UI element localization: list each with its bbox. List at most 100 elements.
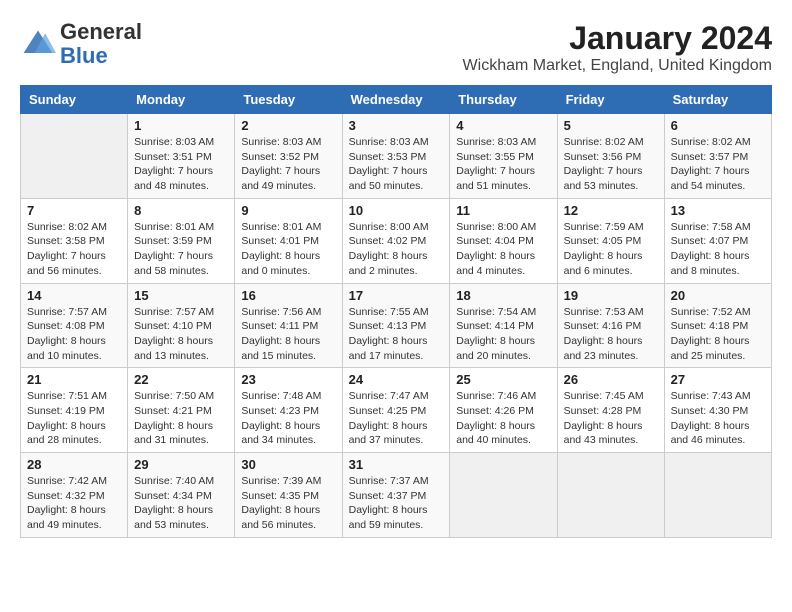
day-number: 2: [241, 118, 335, 133]
page-header: General Blue January 2024 Wickham Market…: [20, 20, 772, 75]
day-info: Sunrise: 8:00 AMSunset: 4:02 PMDaylight:…: [349, 220, 444, 279]
calendar-cell: 13 Sunrise: 7:58 AMSunset: 4:07 PMDayligh…: [664, 198, 771, 283]
calendar-title: January 2024: [463, 20, 772, 57]
column-header-monday: Monday: [128, 86, 235, 114]
calendar-cell: 28Sunrise: 7:42 AMSunset: 4:32 PMDayligh…: [21, 453, 128, 538]
logo-icon: [20, 26, 56, 62]
day-info: Sunrise: 7:57 AMSunset: 4:08 PMDaylight:…: [27, 305, 121, 364]
day-number: 4: [456, 118, 550, 133]
day-number: 6: [671, 118, 765, 133]
day-number: 16: [241, 288, 335, 303]
day-info: Sunrise: 7:51 AMSunset: 4:19 PMDaylight:…: [27, 389, 121, 448]
day-number: 31: [349, 457, 444, 472]
logo-blue: Blue: [60, 43, 108, 68]
calendar-cell: 7 Sunrise: 8:02 AMSunset: 3:58 PMDaylight…: [21, 198, 128, 283]
calendar-cell: 14 Sunrise: 7:57 AMSunset: 4:08 PMDayligh…: [21, 283, 128, 368]
day-number: 26: [564, 372, 658, 387]
calendar-cell: 9Sunrise: 8:01 AMSunset: 4:01 PMDaylight…: [235, 198, 342, 283]
day-info: Sunrise: 8:02 AMSunset: 3:57 PMDaylight:…: [671, 135, 765, 194]
calendar-header-row: SundayMondayTuesdayWednesdayThursdayFrid…: [21, 86, 772, 114]
calendar-cell: 15 Sunrise: 7:57 AMSunset: 4:10 PMDayligh…: [128, 283, 235, 368]
calendar-cell: [21, 114, 128, 199]
day-info: Sunrise: 7:37 AMSunset: 4:37 PMDaylight:…: [349, 474, 444, 533]
column-header-thursday: Thursday: [450, 86, 557, 114]
calendar-subtitle: Wickham Market, England, United Kingdom: [463, 57, 772, 75]
day-info: Sunrise: 8:03 AMSunset: 3:55 PMDaylight:…: [456, 135, 550, 194]
day-info: Sunrise: 7:43 AMSunset: 4:30 PMDaylight:…: [671, 389, 765, 448]
logo: General Blue: [20, 20, 142, 68]
calendar-cell: 12 Sunrise: 7:59 AMSunset: 4:05 PMDayligh…: [557, 198, 664, 283]
calendar-cell: 4 Sunrise: 8:03 AMSunset: 3:55 PMDaylight…: [450, 114, 557, 199]
day-number: 21: [27, 372, 121, 387]
calendar-week-row: 7 Sunrise: 8:02 AMSunset: 3:58 PMDaylight…: [21, 198, 772, 283]
calendar-cell: 1 Sunrise: 8:03 AMSunset: 3:51 PMDaylight…: [128, 114, 235, 199]
calendar-cell: [450, 453, 557, 538]
calendar-cell: 25 Sunrise: 7:46 AMSunset: 4:26 PMDayligh…: [450, 368, 557, 453]
day-number: 8: [134, 203, 228, 218]
day-info: Sunrise: 7:58 AMSunset: 4:07 PMDaylight:…: [671, 220, 765, 279]
day-number: 7: [27, 203, 121, 218]
calendar-cell: 30 Sunrise: 7:39 AMSunset: 4:35 PMDayligh…: [235, 453, 342, 538]
calendar-cell: 20 Sunrise: 7:52 AMSunset: 4:18 PMDayligh…: [664, 283, 771, 368]
calendar-week-row: 28Sunrise: 7:42 AMSunset: 4:32 PMDayligh…: [21, 453, 772, 538]
day-info: Sunrise: 7:57 AMSunset: 4:10 PMDaylight:…: [134, 305, 228, 364]
calendar-cell: [664, 453, 771, 538]
calendar-cell: 10 Sunrise: 8:00 AMSunset: 4:02 PMDayligh…: [342, 198, 450, 283]
calendar-cell: 22 Sunrise: 7:50 AMSunset: 4:21 PMDayligh…: [128, 368, 235, 453]
calendar-cell: 21 Sunrise: 7:51 AMSunset: 4:19 PMDayligh…: [21, 368, 128, 453]
day-info: Sunrise: 8:01 AMSunset: 3:59 PMDaylight:…: [134, 220, 228, 279]
day-info: Sunrise: 7:40 AMSunset: 4:34 PMDaylight:…: [134, 474, 228, 533]
day-number: 11: [456, 203, 550, 218]
day-number: 22: [134, 372, 228, 387]
calendar-cell: 8 Sunrise: 8:01 AMSunset: 3:59 PMDaylight…: [128, 198, 235, 283]
day-info: Sunrise: 7:48 AMSunset: 4:23 PMDaylight:…: [241, 389, 335, 448]
day-number: 13: [671, 203, 765, 218]
day-info: Sunrise: 7:46 AMSunset: 4:26 PMDaylight:…: [456, 389, 550, 448]
calendar-cell: 27Sunrise: 7:43 AMSunset: 4:30 PMDayligh…: [664, 368, 771, 453]
day-info: Sunrise: 8:03 AMSunset: 3:52 PMDaylight:…: [241, 135, 335, 194]
day-number: 14: [27, 288, 121, 303]
calendar-cell: 2 Sunrise: 8:03 AMSunset: 3:52 PMDaylight…: [235, 114, 342, 199]
day-number: 17: [349, 288, 444, 303]
day-number: 30: [241, 457, 335, 472]
calendar-cell: 23Sunrise: 7:48 AMSunset: 4:23 PMDayligh…: [235, 368, 342, 453]
day-info: Sunrise: 8:02 AMSunset: 3:56 PMDaylight:…: [564, 135, 658, 194]
day-number: 25: [456, 372, 550, 387]
day-number: 5: [564, 118, 658, 133]
day-info: Sunrise: 7:59 AMSunset: 4:05 PMDaylight:…: [564, 220, 658, 279]
day-info: Sunrise: 8:00 AMSunset: 4:04 PMDaylight:…: [456, 220, 550, 279]
column-header-tuesday: Tuesday: [235, 86, 342, 114]
day-info: Sunrise: 8:03 AMSunset: 3:53 PMDaylight:…: [349, 135, 444, 194]
calendar-cell: 17Sunrise: 7:55 AMSunset: 4:13 PMDayligh…: [342, 283, 450, 368]
day-info: Sunrise: 7:54 AMSunset: 4:14 PMDaylight:…: [456, 305, 550, 364]
calendar-body: 1 Sunrise: 8:03 AMSunset: 3:51 PMDaylight…: [21, 114, 772, 538]
day-number: 1: [134, 118, 228, 133]
calendar-table: SundayMondayTuesdayWednesdayThursdayFrid…: [20, 85, 772, 538]
day-info: Sunrise: 7:47 AMSunset: 4:25 PMDaylight:…: [349, 389, 444, 448]
day-number: 19: [564, 288, 658, 303]
calendar-cell: 29Sunrise: 7:40 AMSunset: 4:34 PMDayligh…: [128, 453, 235, 538]
calendar-cell: 26Sunrise: 7:45 AMSunset: 4:28 PMDayligh…: [557, 368, 664, 453]
day-number: 3: [349, 118, 444, 133]
day-info: Sunrise: 7:39 AMSunset: 4:35 PMDaylight:…: [241, 474, 335, 533]
day-info: Sunrise: 8:01 AMSunset: 4:01 PMDaylight:…: [241, 220, 335, 279]
calendar-cell: 18Sunrise: 7:54 AMSunset: 4:14 PMDayligh…: [450, 283, 557, 368]
day-info: Sunrise: 7:52 AMSunset: 4:18 PMDaylight:…: [671, 305, 765, 364]
day-info: Sunrise: 7:56 AMSunset: 4:11 PMDaylight:…: [241, 305, 335, 364]
day-number: 12: [564, 203, 658, 218]
day-info: Sunrise: 7:50 AMSunset: 4:21 PMDaylight:…: [134, 389, 228, 448]
day-info: Sunrise: 7:53 AMSunset: 4:16 PMDaylight:…: [564, 305, 658, 364]
day-number: 10: [349, 203, 444, 218]
day-number: 20: [671, 288, 765, 303]
calendar-cell: 24Sunrise: 7:47 AMSunset: 4:25 PMDayligh…: [342, 368, 450, 453]
calendar-cell: 3 Sunrise: 8:03 AMSunset: 3:53 PMDaylight…: [342, 114, 450, 199]
day-info: Sunrise: 8:02 AMSunset: 3:58 PMDaylight:…: [27, 220, 121, 279]
day-number: 28: [27, 457, 121, 472]
day-info: Sunrise: 8:03 AMSunset: 3:51 PMDaylight:…: [134, 135, 228, 194]
column-header-wednesday: Wednesday: [342, 86, 450, 114]
calendar-cell: 5 Sunrise: 8:02 AMSunset: 3:56 PMDaylight…: [557, 114, 664, 199]
day-number: 15: [134, 288, 228, 303]
column-header-sunday: Sunday: [21, 86, 128, 114]
calendar-cell: [557, 453, 664, 538]
title-area: January 2024 Wickham Market, England, Un…: [463, 20, 772, 75]
